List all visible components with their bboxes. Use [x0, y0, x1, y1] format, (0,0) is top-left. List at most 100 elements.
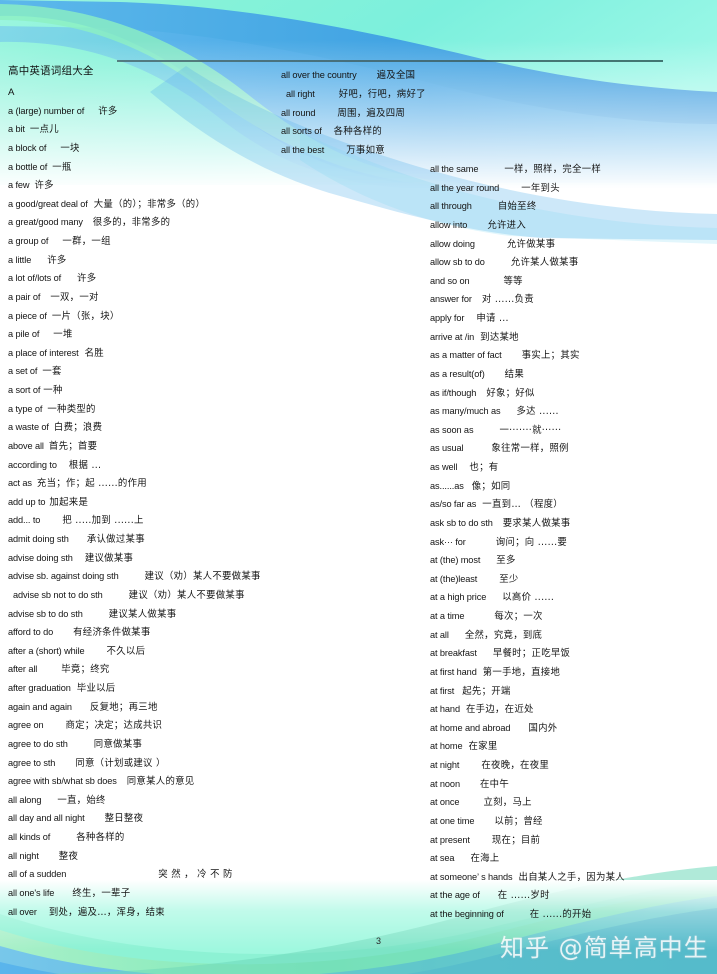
- phrase-entry: at noon 在中午: [430, 775, 715, 794]
- phrase-english: all through: [430, 201, 472, 212]
- phrase-english: a great/good many: [8, 217, 83, 228]
- phrase-entry: after all 毕竟；终究: [8, 660, 298, 679]
- phrase-chinese: 突 然 ， 冷 不 防: [158, 869, 233, 881]
- phrase-chinese: 一直，始终: [57, 794, 106, 806]
- phrase-entry: as usual 象往常一样，照例: [430, 439, 715, 458]
- phrase-english: all along: [8, 794, 42, 805]
- phrase-chinese: 充当；作；起 ......的作用: [36, 478, 147, 490]
- phrase-entry: admit doing sth 承认做过某事: [8, 530, 298, 549]
- phrase-entry: at (the)least 至少: [430, 570, 715, 589]
- phrase-entry: at breakfast 早餐时；正吃早饭: [430, 644, 715, 663]
- phrase-entry: answer for 对 ......负责: [430, 290, 715, 309]
- phrase-english: at a high price: [430, 592, 487, 603]
- phrase-english: after all: [8, 664, 38, 675]
- phrase-english: allow doing: [430, 238, 475, 249]
- phrase-english: a place of interest: [8, 347, 79, 358]
- phrase-english: after a (short) while: [8, 645, 85, 656]
- phrase-english: all of a sudden: [8, 869, 67, 880]
- phrase-english: as usual: [430, 443, 464, 454]
- phrase-entry: after a (short) while 不久以后: [8, 642, 298, 661]
- phrase-entry: agree to do sth 同意做某事: [8, 735, 298, 754]
- phrase-entry: a few 许多: [8, 176, 298, 195]
- phrase-chinese: 到处，遍及…，浑身，结束: [48, 906, 165, 918]
- phrase-entry: at someone’ s hands 出自某人之手，因为某人: [430, 868, 715, 887]
- phrase-chinese: 对 ......负责: [481, 294, 534, 306]
- left-column: Aa (large) number of 许多 a bit 一点儿 a block of…: [8, 83, 298, 921]
- phrase-entry: all night 整夜: [8, 847, 298, 866]
- phrase-entry: at the age of 在 ......岁时: [430, 886, 715, 905]
- phrase-english: all the best: [281, 145, 325, 156]
- phrase-english: at home and abroad: [430, 722, 511, 733]
- phrase-english: at present: [430, 834, 470, 845]
- phrase-entry: agree to sth 同意（计划或建议 ）: [8, 754, 298, 773]
- phrase-chinese: 一年到头: [521, 182, 560, 194]
- phrase-entry: a pair of 一双，一对: [8, 288, 298, 307]
- phrase-english: at someone’ s hands: [430, 871, 513, 882]
- phrase-english: a waste of: [8, 422, 49, 433]
- phrase-chinese: 毕业以后: [76, 683, 116, 694]
- phrase-chinese: 各种各样的: [333, 126, 383, 138]
- phrase-entry: add... to 把 .....加到 ......上: [8, 511, 298, 530]
- phrase-english: at once: [430, 797, 460, 808]
- phrase-entry: as soon as 一·······就······: [430, 421, 715, 440]
- phrase-entry: ask sb to do sth 要求某人做某事: [430, 514, 715, 533]
- phrase-chinese: 加起来是: [49, 496, 89, 508]
- phrase-chinese: 以高价 ......: [502, 592, 555, 604]
- phrase-entry: a great/good many 很多的，非常多的: [8, 213, 298, 232]
- phrase-english: a pair of: [8, 291, 41, 302]
- phrase-chinese: 第一手地，直接地: [482, 666, 561, 678]
- phrase-english: all day and all night: [8, 813, 85, 824]
- phrase-entry: again and again 反复地；再三地: [8, 698, 298, 717]
- phrase-english: add up to: [8, 496, 46, 507]
- phrase-english: at (the)least: [430, 573, 478, 584]
- phrase-chinese: 在夜晚，在夜里: [481, 760, 550, 771]
- phrase-chinese: 早餐时；正吃早饭: [492, 648, 571, 660]
- phrase-chinese: 很多的，非常多的: [92, 217, 171, 229]
- phrase-chinese: 好象；好似: [486, 387, 535, 399]
- phrase-english: apply for: [430, 313, 465, 323]
- phrase-chinese: 一点儿: [29, 124, 59, 136]
- phrase-chinese: 反复地；再三地: [89, 701, 158, 713]
- phrase-chinese: 把 .....加到 ......上: [62, 515, 144, 527]
- phrase-chinese: 不久以后: [106, 645, 146, 657]
- phrase-entry: act as 充当；作；起 ......的作用: [8, 474, 298, 493]
- phrase-chinese: 一堆: [53, 329, 73, 341]
- phrase-english: all night: [8, 850, 39, 861]
- phrase-chinese: 像；如同: [471, 480, 511, 492]
- phrase-chinese: 承认做过某事: [86, 534, 145, 545]
- phrase-entry: afford to do 有经济条件做某事: [8, 623, 298, 642]
- section-letter-label: A: [8, 87, 15, 98]
- phrase-english: a set of: [8, 366, 38, 377]
- phrase-english: all sorts of: [281, 126, 322, 137]
- phrase-chinese: 起先；开端: [462, 685, 511, 697]
- phrase-chinese: 许多: [47, 254, 67, 266]
- phrase-entry: as......as 像；如同: [430, 477, 715, 496]
- phrase-english: as......as: [430, 480, 464, 491]
- phrase-chinese: 终生，一辈子: [72, 887, 131, 899]
- phrase-entry: apply for 申请 ...: [430, 309, 715, 328]
- phrase-english: advise sb to do sth: [8, 608, 83, 619]
- phrase-chinese: 全然，究竟，到底: [464, 629, 543, 641]
- phrase-english: ask sb to do sth: [430, 517, 493, 528]
- phrase-chinese: 立刻，马上: [483, 797, 532, 809]
- phrase-english: as well: [430, 462, 458, 472]
- phrase-english: a sort of: [8, 385, 41, 395]
- phrase-english: agree to sth: [8, 757, 56, 768]
- phrase-english: all kinds of: [8, 832, 51, 842]
- phrase-chinese: 至多: [496, 555, 516, 567]
- phrase-english: advise sb. against doing sth: [8, 571, 119, 582]
- phrase-english: all round: [281, 107, 316, 118]
- phrase-entry: advise sb to do sth 建议某人做某事: [8, 605, 298, 624]
- phrase-entry: at home 在家里: [430, 737, 715, 756]
- phrase-entry: at first hand 第一手地，直接地: [430, 663, 715, 682]
- phrase-entry: ask··· for 询问；向 ......要: [430, 533, 715, 552]
- phrase-entry: at a high price 以高价 ......: [430, 588, 715, 607]
- phrase-chinese: 结果: [504, 368, 525, 380]
- phrase-english: at breakfast: [430, 648, 477, 659]
- phrase-english: at a time: [430, 611, 465, 621]
- phrase-chinese: 至少: [499, 573, 519, 585]
- phrase-chinese: 也；有: [469, 462, 499, 473]
- phrase-chinese: 申请 ...: [476, 313, 509, 324]
- phrase-chinese: 根据 ...: [68, 459, 102, 471]
- phrase-chinese: 一种类型的: [47, 403, 96, 415]
